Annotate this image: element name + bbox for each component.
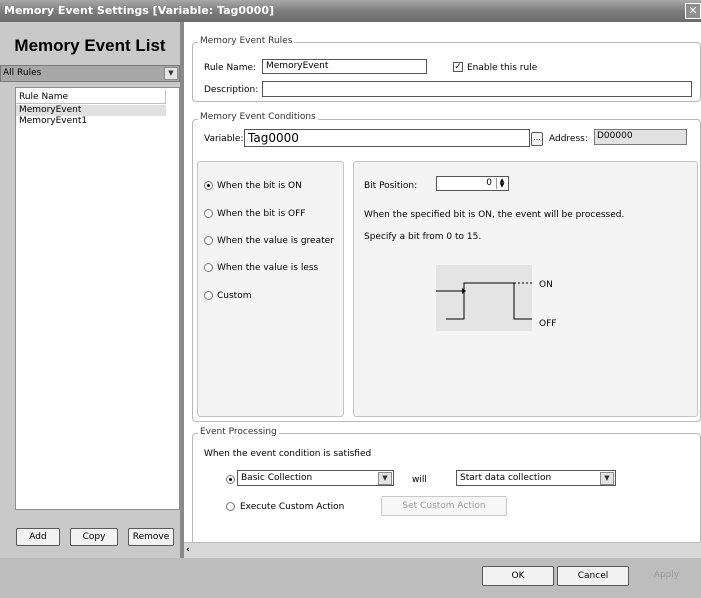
option-label: When the bit is ON: [217, 181, 302, 191]
address-field: D00000: [594, 129, 687, 145]
close-button[interactable]: ✕: [685, 3, 701, 19]
condition-satisfied-text: When the event condition is satisfied: [204, 449, 372, 459]
chevron-down-icon[interactable]: ▼: [600, 472, 614, 485]
close-icon: ✕: [688, 4, 698, 17]
enable-rule-label: Enable this rule: [467, 63, 538, 73]
chevron-down-icon[interactable]: ▼: [378, 472, 392, 485]
enable-rule-checkbox[interactable]: ✓: [453, 62, 463, 72]
processing-group-label: Event Processing: [198, 427, 279, 437]
option-label: When the value is less: [217, 263, 319, 273]
diagram-on-label: ON: [539, 280, 553, 290]
bit-info-text: When the specified bit is ON, the event …: [364, 210, 625, 220]
radio-custom-action[interactable]: [226, 502, 235, 511]
signal-waveform-icon: [436, 282, 532, 320]
radio-value-greater[interactable]: [204, 236, 213, 245]
variable-label: Variable:: [204, 134, 244, 144]
action-dropdown[interactable]: Start data collection ▼: [456, 470, 616, 486]
list-item[interactable]: MemoryEvent: [16, 105, 166, 116]
rule-name-column-header[interactable]: Rule Name: [16, 90, 166, 104]
rule-filter-dropdown[interactable]: All Rules ▼: [0, 65, 180, 82]
rule-name-label: Rule Name:: [204, 63, 257, 73]
rule-settings-pane: Memory Event Rules Rule Name: MemoryEven…: [184, 22, 701, 558]
window-title-bar[interactable]: Memory Event Settings [Variable: Tag0000…: [0, 0, 701, 22]
list-item[interactable]: MemoryEvent1: [16, 116, 166, 127]
variable-browse-button[interactable]: ...: [531, 132, 543, 146]
rule-filter-value: All Rules: [3, 68, 42, 78]
collection-dropdown[interactable]: Basic Collection ▼: [237, 470, 394, 486]
radio-bit-off[interactable]: [204, 209, 213, 218]
remove-button[interactable]: Remove: [128, 528, 174, 546]
ok-button[interactable]: OK: [482, 566, 554, 586]
bit-range-text: Specify a bit from 0 to 15.: [364, 232, 482, 242]
rule-name-input[interactable]: MemoryEvent: [262, 59, 427, 74]
diagram-off-label: OFF: [539, 319, 557, 329]
scroll-left-icon[interactable]: ‹: [186, 545, 190, 555]
dialog-footer: OK Cancel Apply: [0, 558, 701, 598]
variable-input[interactable]: Tag0000: [244, 129, 530, 147]
horizontal-scrollbar[interactable]: ‹: [184, 542, 701, 558]
chevron-down-icon[interactable]: ▼: [164, 67, 178, 80]
radio-value-less[interactable]: [204, 263, 213, 272]
rule-list-pane: Memory Event List All Rules ▼ Rule Name …: [0, 22, 180, 558]
window-title: Memory Event Settings [Variable: Tag0000…: [4, 4, 275, 17]
bit-position-spinner[interactable]: 0 ▲ ▼: [436, 176, 509, 191]
cancel-button[interactable]: Cancel: [557, 566, 629, 586]
condition-options-panel: [197, 161, 344, 417]
spinner-arrows-icon[interactable]: ▲ ▼: [496, 178, 507, 189]
description-label: Description:: [204, 85, 259, 95]
conditions-group-label: Memory Event Conditions: [198, 112, 318, 122]
option-label: When the bit is OFF: [217, 209, 306, 219]
address-label: Address:: [549, 134, 588, 144]
list-heading: Memory Event List: [14, 36, 166, 55]
description-input[interactable]: [262, 81, 692, 97]
rules-group-label: Memory Event Rules: [198, 36, 295, 46]
rule-list[interactable]: Rule Name MemoryEvent MemoryEvent1: [15, 87, 180, 510]
set-custom-action-button[interactable]: Set Custom Action: [381, 496, 507, 516]
radio-basic-collection[interactable]: [226, 475, 235, 484]
copy-button[interactable]: Copy: [70, 528, 118, 546]
will-label: will: [412, 475, 427, 485]
option-label: When the value is greater: [217, 236, 334, 246]
radio-custom[interactable]: [204, 291, 213, 300]
bit-position-label: Bit Position:: [364, 181, 418, 191]
radio-bit-on[interactable]: [204, 181, 213, 190]
custom-action-label: Execute Custom Action: [240, 502, 345, 512]
signal-diagram: [436, 265, 532, 331]
add-button[interactable]: Add: [16, 528, 60, 546]
apply-button[interactable]: Apply: [632, 566, 701, 586]
option-label: Custom: [217, 291, 252, 301]
